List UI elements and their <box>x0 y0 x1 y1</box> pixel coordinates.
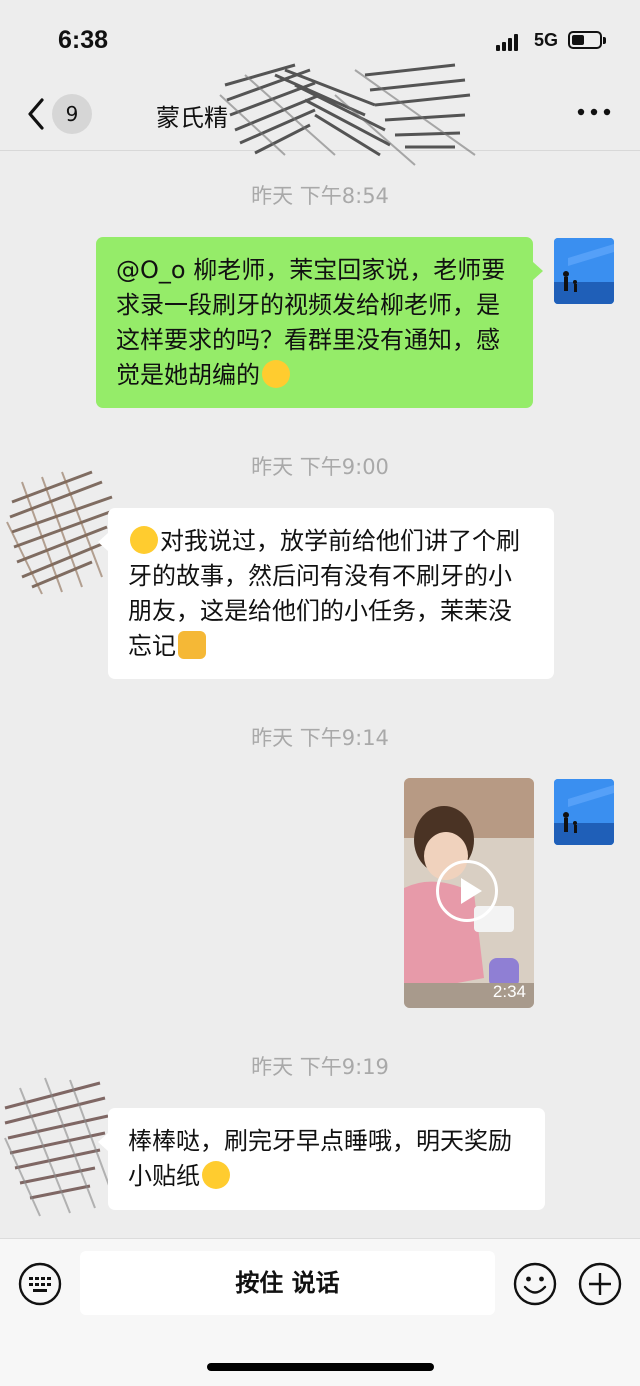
signal-icon <box>496 33 524 51</box>
tears-of-joy-emoji <box>130 526 158 554</box>
bubble-tail <box>98 1133 108 1151</box>
keyboard-toggle-icon[interactable] <box>18 1262 62 1306</box>
network-type: 5G <box>534 30 559 50</box>
message-timestamp: 昨天 下午8:54 <box>251 184 389 208</box>
redacted-avatar-scribble[interactable] <box>2 462 120 597</box>
status-time: 6:38 <box>58 26 109 54</box>
home-indicator[interactable] <box>207 1363 434 1371</box>
more-options-icon[interactable] <box>576 104 612 120</box>
my-avatar[interactable] <box>554 779 614 845</box>
bubble-tail <box>98 533 108 551</box>
more-functions-plus-icon[interactable] <box>578 1262 622 1306</box>
back-chevron-icon[interactable] <box>22 94 52 134</box>
message-timestamp: 昨天 下午9:14 <box>251 726 389 750</box>
video-duration: 2:34 <box>492 982 526 1001</box>
winking-tongue-emoji <box>202 1161 230 1189</box>
received-message-bubble[interactable]: 对我说过，放学前给他们讲了个刷牙的故事，然后问有没有不刷牙的小朋友，这是给他们的… <box>108 508 554 679</box>
hold-to-talk-button[interactable]: 按住 说话 <box>80 1251 495 1315</box>
thumbs-up-emoji <box>178 631 206 659</box>
message-text: @O_o 柳老师，茉宝回家说，老师要求录一段刷牙的视频发给柳老师，是这样要求的吗… <box>116 256 506 389</box>
my-avatar[interactable] <box>554 238 614 304</box>
unread-count-badge[interactable]: 9 <box>52 94 92 134</box>
play-icon[interactable] <box>436 860 498 922</box>
bubble-tail <box>533 262 543 280</box>
emoji-icon[interactable] <box>513 1262 557 1306</box>
redaction-scribble <box>219 63 476 166</box>
message-text: 棒棒哒，刷完牙早点睡哦，明天奖励小贴纸 <box>128 1127 512 1190</box>
tears-of-joy-emoji <box>262 360 290 388</box>
battery-icon <box>568 31 606 49</box>
sent-message-bubble[interactable]: @O_o 柳老师，茉宝回家说，老师要求录一段刷牙的视频发给柳老师，是这样要求的吗… <box>96 237 533 408</box>
received-message-bubble[interactable]: 棒棒哒，刷完牙早点睡哦，明天奖励小贴纸 <box>108 1108 545 1210</box>
video-message-thumbnail[interactable]: 2:34 <box>404 778 534 1008</box>
